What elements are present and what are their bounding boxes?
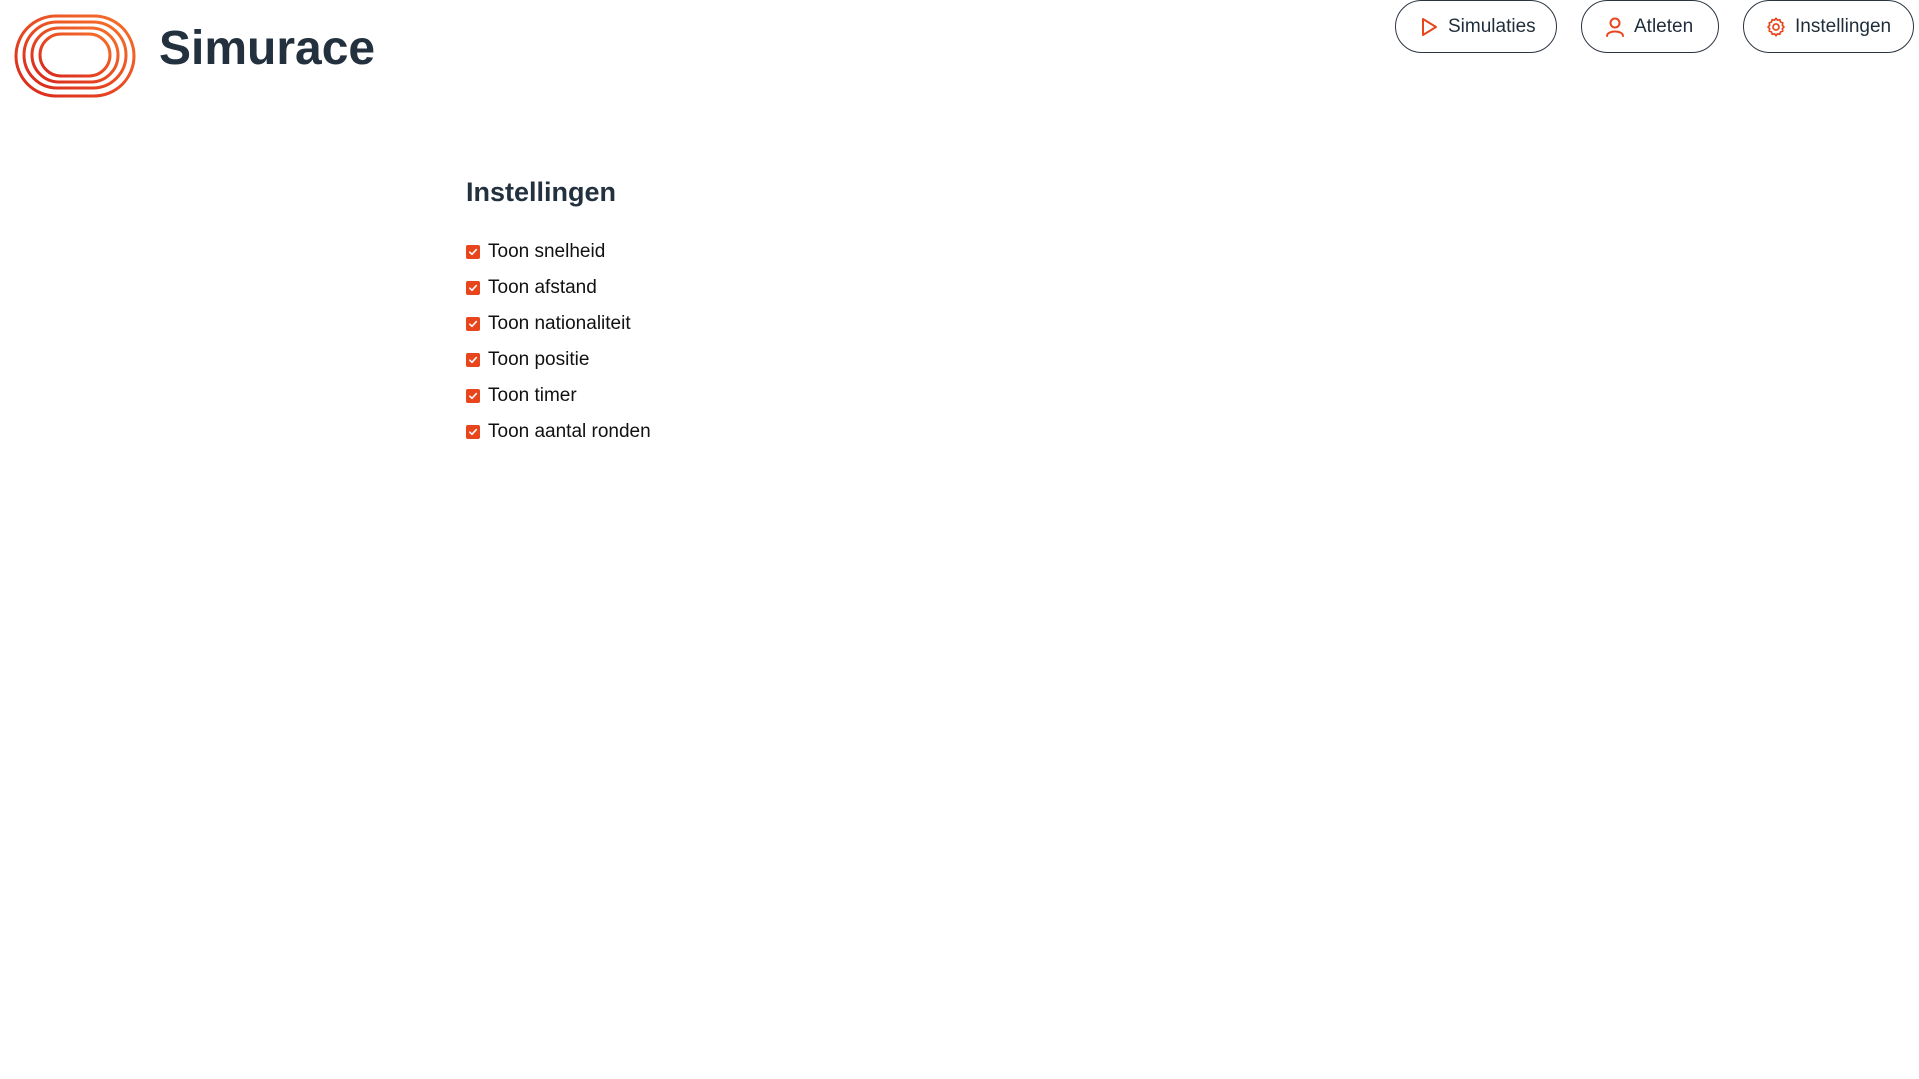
option-label: Toon nationaliteit	[488, 313, 631, 335]
option-label: Toon aantal ronden	[488, 421, 651, 443]
option-label: Toon timer	[488, 385, 577, 407]
gear-icon	[1765, 16, 1787, 38]
nav-instellingen-button[interactable]: Instellingen	[1743, 0, 1914, 53]
option-toon-nationaliteit[interactable]: Toon nationaliteit	[466, 306, 651, 342]
checkbox-checked-icon[interactable]	[466, 317, 480, 332]
checkbox-checked-icon[interactable]	[466, 425, 480, 440]
option-label: Toon afstand	[488, 277, 597, 299]
page-title: Instellingen	[466, 177, 617, 207]
nav-instellingen-label: Instellingen	[1795, 15, 1892, 37]
option-toon-timer[interactable]: Toon timer	[466, 378, 651, 414]
nav-atleten-button[interactable]: Atleten	[1581, 0, 1719, 53]
checkbox-checked-icon[interactable]	[466, 281, 480, 296]
user-icon	[1604, 16, 1626, 38]
option-toon-positie[interactable]: Toon positie	[466, 342, 651, 378]
nav-simulaties-label: Simulaties	[1448, 15, 1536, 37]
option-label: Toon positie	[488, 349, 590, 371]
checkbox-checked-icon[interactable]	[466, 389, 480, 404]
option-toon-afstand[interactable]: Toon afstand	[466, 270, 651, 306]
checkbox-checked-icon[interactable]	[466, 353, 480, 368]
option-toon-snelheid[interactable]: Toon snelheid	[466, 234, 651, 270]
play-icon	[1418, 16, 1440, 38]
settings-options-list: Toon snelheid Toon afstand Toon national…	[466, 234, 651, 450]
nav-atleten-label: Atleten	[1634, 15, 1694, 37]
checkbox-checked-icon[interactable]	[466, 245, 480, 260]
brand-name: Simurace	[159, 22, 376, 75]
app-header: Simurace Simulaties Atleten Instellingen	[0, 0, 1919, 115]
settings-panel: Instellingen Toon snelheid Toon afstand …	[466, 176, 651, 450]
nav-simulaties-button[interactable]: Simulaties	[1395, 0, 1557, 53]
option-toon-aantal-ronden[interactable]: Toon aantal ronden	[466, 414, 651, 450]
simurace-logo-icon[interactable]	[14, 14, 136, 98]
option-label: Toon snelheid	[488, 241, 606, 263]
